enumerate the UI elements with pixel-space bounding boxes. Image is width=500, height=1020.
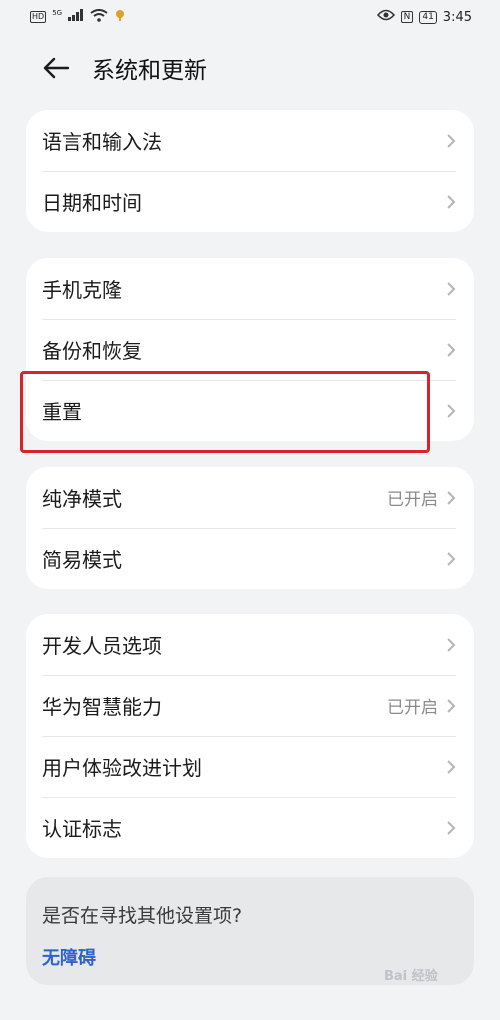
chevron-right-icon (446, 194, 456, 210)
settings-item-phone-clone[interactable]: 手机克隆 (26, 258, 474, 319)
settings-item-label: 华为智慧能力 (42, 695, 162, 719)
page-title: 系统和更新 (92, 58, 207, 84)
settings-item-pure-mode[interactable]: 纯净模式 已开启 (26, 467, 474, 528)
settings-item-label: 认证标志 (42, 817, 122, 841)
chevron-right-icon (446, 342, 456, 358)
settings-item-label: 语言和输入法 (42, 130, 162, 154)
chevron-right-icon (446, 637, 456, 653)
settings-item-status: 已开启 (387, 490, 438, 510)
settings-item-huawei-ai[interactable]: 华为智慧能力 已开启 (26, 675, 474, 736)
chevron-right-icon (446, 820, 456, 836)
signal-icon (68, 9, 84, 25)
settings-item-developer-options[interactable]: 开发人员选项 (26, 614, 474, 675)
network-type: 5G (52, 9, 63, 17)
status-bar: HD 5G N 41 3:45 (0, 0, 500, 34)
settings-item-certification-logos[interactable]: 认证标志 (26, 797, 474, 858)
chevron-right-icon (446, 133, 456, 149)
settings-item-label: 简易模式 (42, 548, 122, 572)
settings-item-label: 纯净模式 (42, 487, 122, 511)
nfc-icon: N (400, 11, 414, 23)
hd-badge: HD (30, 11, 47, 23)
baidu-watermark: Bai 经验 (384, 969, 438, 984)
chevron-right-icon (446, 759, 456, 775)
header: 系统和更新 (0, 46, 500, 90)
battery-level: 41 (422, 12, 434, 22)
settings-item-label: 备份和恢复 (42, 339, 142, 363)
chevron-right-icon (446, 698, 456, 714)
back-button[interactable] (38, 50, 74, 86)
settings-item-date-time[interactable]: 日期和时间 (26, 171, 474, 232)
settings-group-1: 语言和输入法 日期和时间 (26, 110, 474, 232)
settings-item-user-experience[interactable]: 用户体验改进计划 (26, 736, 474, 797)
battery-icon: 41 (419, 10, 437, 24)
settings-item-status: 已开启 (387, 698, 438, 718)
settings-item-label: 日期和时间 (42, 191, 142, 215)
status-left: HD 5G (30, 8, 126, 26)
wifi-icon (90, 8, 108, 26)
status-right: N 41 3:45 (376, 9, 472, 25)
highlight-box (20, 371, 430, 453)
chevron-right-icon (446, 403, 456, 419)
settings-item-language-input[interactable]: 语言和输入法 (26, 110, 474, 171)
chevron-right-icon (446, 281, 456, 297)
eye-comfort-icon (376, 9, 395, 25)
back-arrow-icon (43, 57, 69, 79)
search-question: 是否在寻找其他设置项? (42, 905, 243, 927)
chevron-right-icon (446, 490, 456, 506)
notification-icon (114, 9, 126, 25)
clock: 3:45 (442, 9, 472, 25)
settings-group-3: 纯净模式 已开启 简易模式 (26, 467, 474, 589)
settings-item-label: 用户体验改进计划 (42, 756, 202, 780)
settings-group-4: 开发人员选项 华为智慧能力 已开启 用户体验改进计划 认证标志 (26, 614, 474, 858)
settings-item-simple-mode[interactable]: 简易模式 (26, 528, 474, 589)
chevron-right-icon (446, 551, 456, 567)
settings-item-label: 手机克隆 (42, 278, 122, 302)
accessibility-link[interactable]: 无障碍 (42, 944, 96, 970)
settings-item-label: 开发人员选项 (42, 634, 162, 658)
